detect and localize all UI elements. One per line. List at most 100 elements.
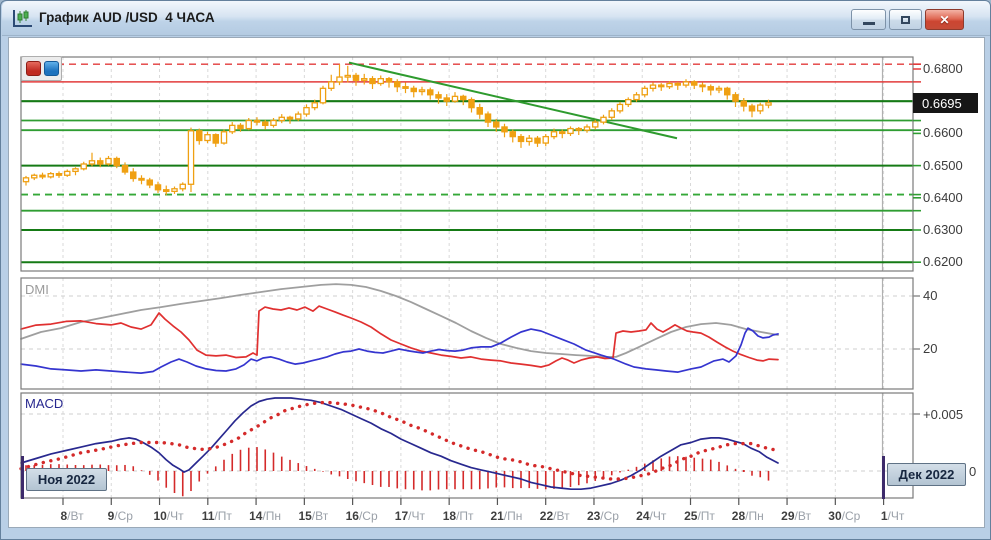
candle-body [370, 79, 375, 84]
month-label-dec: Дек 2022 [887, 463, 966, 486]
x-axis-label: 14/Пн [249, 509, 281, 523]
macd-panel-bg[interactable] [21, 393, 913, 498]
price-axis-label: 0.6800 [923, 61, 963, 76]
candle-body [725, 88, 730, 94]
marker-toolbar [21, 56, 62, 81]
candle-body [683, 82, 688, 85]
candle-body [246, 121, 251, 129]
candle-body [205, 135, 210, 141]
x-axis-label: 23/Ср [587, 509, 619, 523]
candle-body [741, 101, 746, 106]
candle-body [98, 161, 103, 164]
price-axis-label: 0.6500 [923, 158, 963, 173]
candle-body [56, 174, 61, 176]
month-start-marker-dec [882, 456, 885, 499]
candle-body [139, 178, 144, 180]
candle-body [444, 98, 449, 101]
candle-body [477, 108, 482, 114]
candle-body [73, 169, 78, 172]
candle-body [172, 189, 177, 192]
candle-body [749, 106, 754, 111]
candle-body [221, 132, 226, 143]
candle-body [65, 171, 70, 175]
dmi-axis-label: 40 [923, 288, 937, 303]
candle-body [395, 82, 400, 87]
candle-body [518, 137, 523, 142]
x-axis-label: 9/Ср [108, 509, 133, 523]
candle-body [312, 103, 317, 108]
x-axis-label: 10/Чт [153, 509, 183, 523]
candle-body [89, 161, 94, 164]
candle-body [271, 121, 276, 126]
candle-body [403, 87, 408, 89]
x-axis-label: 15/Вт [298, 509, 328, 523]
current-price-badge: 0.6695 [913, 93, 978, 113]
x-axis-label: 28/Пн [732, 509, 764, 523]
candle-body [188, 131, 193, 184]
price-axis-label: 0.6200 [923, 254, 963, 269]
candle-body [48, 174, 53, 177]
candle-body [535, 138, 540, 143]
candle-body [543, 137, 548, 143]
x-axis-label: 24/Чт [636, 509, 666, 523]
month-label-nov: Ноя 2022 [26, 468, 107, 491]
candle-body [634, 95, 639, 100]
candle-body [287, 117, 292, 119]
candle-body [419, 90, 424, 92]
candle-body [230, 125, 235, 131]
candle-body [708, 87, 713, 90]
x-axis-label: 11/Пт [202, 509, 232, 523]
candle-body [106, 159, 111, 164]
candle-body [411, 88, 416, 91]
blue-marker-button[interactable] [44, 61, 59, 76]
macd-histogram-bar [743, 470, 745, 472]
candle-body [758, 105, 763, 111]
candle-body [147, 180, 152, 185]
candle-body [617, 104, 622, 110]
candle-body [304, 108, 309, 114]
candle-body [155, 185, 160, 190]
candle-body [254, 121, 259, 123]
candle-body [279, 117, 284, 120]
candle-body [197, 131, 202, 141]
candle-body [81, 164, 86, 169]
candle-body [40, 175, 45, 177]
candle-body [609, 111, 614, 117]
month-start-marker-nov [21, 456, 24, 499]
candle-body [164, 190, 169, 192]
candle-body [642, 88, 647, 94]
x-axis-label: 17/Чт [395, 509, 425, 523]
candle-body [510, 132, 515, 137]
candle-body [353, 75, 358, 80]
red-marker-button[interactable] [26, 61, 41, 76]
candle-body [386, 79, 391, 82]
dmi-panel-bg[interactable] [21, 278, 913, 389]
candle-body [675, 83, 680, 85]
candle-body [320, 88, 325, 102]
candle-body [452, 96, 457, 101]
candle-body [700, 85, 705, 87]
candle-body [527, 138, 532, 141]
candle-body [692, 82, 697, 85]
candle-body [560, 132, 565, 134]
candle-body [329, 82, 334, 88]
candle-body [667, 83, 672, 86]
dmi-pane-label: DMI [25, 282, 49, 297]
candle-body [114, 159, 119, 166]
candle-body [494, 122, 499, 127]
candle-body [436, 95, 441, 98]
candle-body [23, 178, 28, 182]
candle-body [576, 129, 581, 131]
chart-window: График AUD /USD 4 ЧАСА ✕ DMI MACD 0.6695… [0, 0, 991, 540]
x-axis-label: 21/Пн [490, 509, 522, 523]
candle-body [378, 79, 383, 84]
x-axis-label: 18/Пт [443, 509, 474, 523]
dmi-axis-label: 20 [923, 341, 937, 356]
candle-body [659, 85, 664, 87]
candle-body [296, 114, 301, 119]
x-axis-label: 8/Вт [60, 509, 83, 523]
candle-body [502, 127, 507, 132]
candle-body [131, 172, 136, 178]
chart-canvas[interactable] [1, 1, 991, 540]
candle-body [626, 100, 631, 105]
